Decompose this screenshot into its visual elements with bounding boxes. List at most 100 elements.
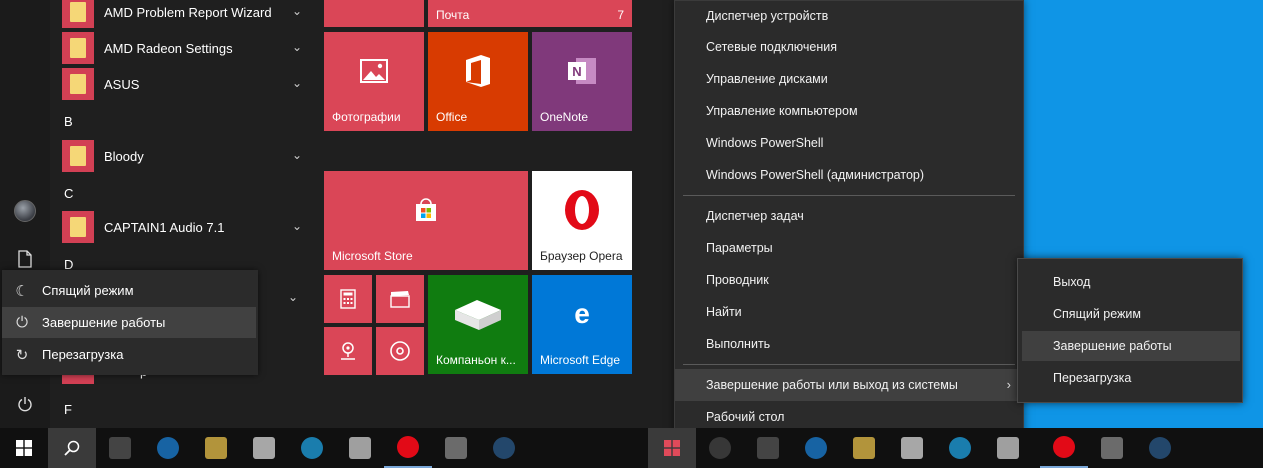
chevron-down-icon[interactable]: ⌄: [288, 290, 298, 304]
steam-icon: [493, 437, 515, 459]
edge-icon: [805, 437, 827, 459]
menu-item-device-manager[interactable]: Диспетчер устройств: [675, 0, 1023, 32]
chevron-down-icon[interactable]: ⌄: [292, 219, 302, 233]
shutdown-submenu: Выход Спящий режим Завершение работы Пер…: [1017, 258, 1243, 403]
store-taskbar-button[interactable]: [888, 428, 936, 468]
power-button[interactable]: [10, 389, 40, 419]
sleep-label: Спящий режим: [42, 283, 134, 298]
start-button[interactable]: [0, 428, 48, 468]
chevron-down-icon[interactable]: ⌄: [292, 76, 302, 90]
menu-separator: [683, 364, 1015, 365]
tile-mail[interactable]: Почта 7: [428, 0, 632, 27]
search-button[interactable]: [48, 428, 96, 468]
submenu-item-restart[interactable]: Перезагрузка: [1022, 363, 1240, 393]
menu-item-settings[interactable]: Параметры: [675, 232, 1023, 264]
game-taskbar-button[interactable]: [1088, 428, 1136, 468]
start-button[interactable]: [648, 428, 696, 468]
tile-movies[interactable]: [376, 275, 424, 323]
menu-item-shutdown-signout[interactable]: Завершение работы или выход из системы ›: [675, 369, 1023, 401]
menu-item-explorer[interactable]: Проводник: [675, 264, 1023, 296]
tile-groove[interactable]: [376, 327, 424, 375]
search-icon: [64, 440, 80, 456]
app-item-captain1-audio[interactable]: CAPTAIN1 Audio 7.1 ⌄: [58, 209, 308, 245]
opera-taskbar-button[interactable]: [1040, 428, 1088, 468]
tile-label: Фотографии: [332, 110, 401, 124]
tile-label: Браузер Opera: [540, 249, 623, 263]
section-letter-f[interactable]: F: [64, 402, 72, 417]
calculator-icon: [340, 289, 356, 309]
skype-taskbar-button[interactable]: [288, 428, 336, 468]
menu-item-search[interactable]: Найти: [675, 296, 1023, 328]
tile-office[interactable]: Office: [428, 32, 528, 131]
app-label: Bloody: [104, 148, 144, 164]
submenu-item-sign-out[interactable]: Выход: [1022, 267, 1240, 297]
store-taskbar-button[interactable]: [240, 428, 288, 468]
search-button[interactable]: [696, 428, 744, 468]
section-letter-b[interactable]: B: [64, 114, 73, 129]
steam-taskbar-button[interactable]: [480, 428, 528, 468]
tile-opera[interactable]: Браузер Opera: [532, 171, 632, 270]
taskbar-left: [0, 428, 648, 468]
menu-item-computer-management[interactable]: Управление компьютером: [675, 95, 1023, 127]
explorer-taskbar-button[interactable]: [840, 428, 888, 468]
tile-maps[interactable]: [324, 327, 372, 375]
edge-taskbar-button[interactable]: [792, 428, 840, 468]
tile-photos[interactable]: Фотографии: [324, 32, 424, 131]
edge-icon: [157, 437, 179, 459]
store-bag-icon: [416, 197, 436, 221]
windows-logo-icon: [16, 440, 32, 456]
submenu-item-sleep[interactable]: Спящий режим: [1022, 299, 1240, 329]
game-icon: [1101, 437, 1123, 459]
menu-item-disk-management[interactable]: Управление дисками: [675, 63, 1023, 95]
clapperboard-icon: [390, 291, 410, 308]
opera-taskbar-button[interactable]: [384, 428, 432, 468]
shutdown-option[interactable]: ⏻ Завершение работы: [2, 307, 256, 338]
game-taskbar-button[interactable]: [432, 428, 480, 468]
sleep-option[interactable]: ☾ Спящий режим: [2, 275, 256, 306]
tile-onenote[interactable]: N OneNote: [532, 32, 632, 131]
menu-separator: [683, 195, 1015, 196]
tile-label: Почта: [436, 8, 470, 22]
tile-microsoft-store[interactable]: Microsoft Store: [324, 171, 528, 270]
skype-icon: [949, 437, 971, 459]
chevron-down-icon[interactable]: ⌄: [292, 4, 302, 18]
tile-label: Microsoft Edge: [540, 353, 621, 367]
menu-item-powershell[interactable]: Windows PowerShell: [675, 127, 1023, 159]
tile-calculator[interactable]: [324, 275, 372, 323]
steam-taskbar-button[interactable]: [1136, 428, 1184, 468]
task-view-button[interactable]: [96, 428, 144, 468]
app-label: AMD Problem Report Wizard: [104, 4, 272, 20]
unread-badge: 7: [617, 8, 624, 22]
tile-edge[interactable]: e Microsoft Edge: [532, 275, 632, 374]
chevron-down-icon[interactable]: ⌄: [292, 148, 302, 162]
power-icon: [18, 397, 32, 412]
menu-item-task-manager[interactable]: Диспетчер задач: [675, 200, 1023, 232]
app-item-asus[interactable]: ASUS ⌄: [58, 66, 308, 102]
app-item-bloody[interactable]: Bloody ⌄: [58, 138, 308, 174]
submenu-item-shutdown[interactable]: Завершение работы: [1022, 331, 1240, 361]
tile-partial-top[interactable]: [324, 0, 424, 27]
restart-option[interactable]: ↻ Перезагрузка: [2, 339, 256, 370]
app-item-amd-problem-report[interactable]: AMD Problem Report Wizard ⌄: [58, 0, 308, 30]
power-flyout: ☾ Спящий режим ⏻ Завершение работы ↻ Пер…: [2, 270, 258, 375]
section-letter-c[interactable]: C: [64, 186, 73, 201]
menu-item-run[interactable]: Выполнить: [675, 328, 1023, 360]
mail-taskbar-button[interactable]: [336, 428, 384, 468]
steam-icon: [1149, 437, 1171, 459]
menu-item-network-connections[interactable]: Сетевые подключения: [675, 31, 1023, 63]
skype-taskbar-button[interactable]: [936, 428, 984, 468]
edge-taskbar-button[interactable]: [144, 428, 192, 468]
task-view-button[interactable]: [744, 428, 792, 468]
mail-taskbar-button[interactable]: [984, 428, 1032, 468]
restart-label: Перезагрузка: [42, 347, 124, 362]
menu-item-powershell-admin[interactable]: Windows PowerShell (администратор): [675, 159, 1023, 191]
opera-icon: [1053, 436, 1075, 458]
menu-item-label: Завершение работы или выход из системы: [706, 378, 958, 392]
app-item-amd-radeon[interactable]: AMD Radeon Settings ⌄: [58, 30, 308, 66]
svg-text:N: N: [572, 64, 581, 79]
app-label: AMD Radeon Settings: [104, 40, 233, 56]
chevron-down-icon[interactable]: ⌄: [292, 40, 302, 54]
tile-xbox-companion[interactable]: Компаньон к...: [428, 275, 528, 374]
user-avatar-button[interactable]: [10, 196, 40, 226]
explorer-taskbar-button[interactable]: [192, 428, 240, 468]
